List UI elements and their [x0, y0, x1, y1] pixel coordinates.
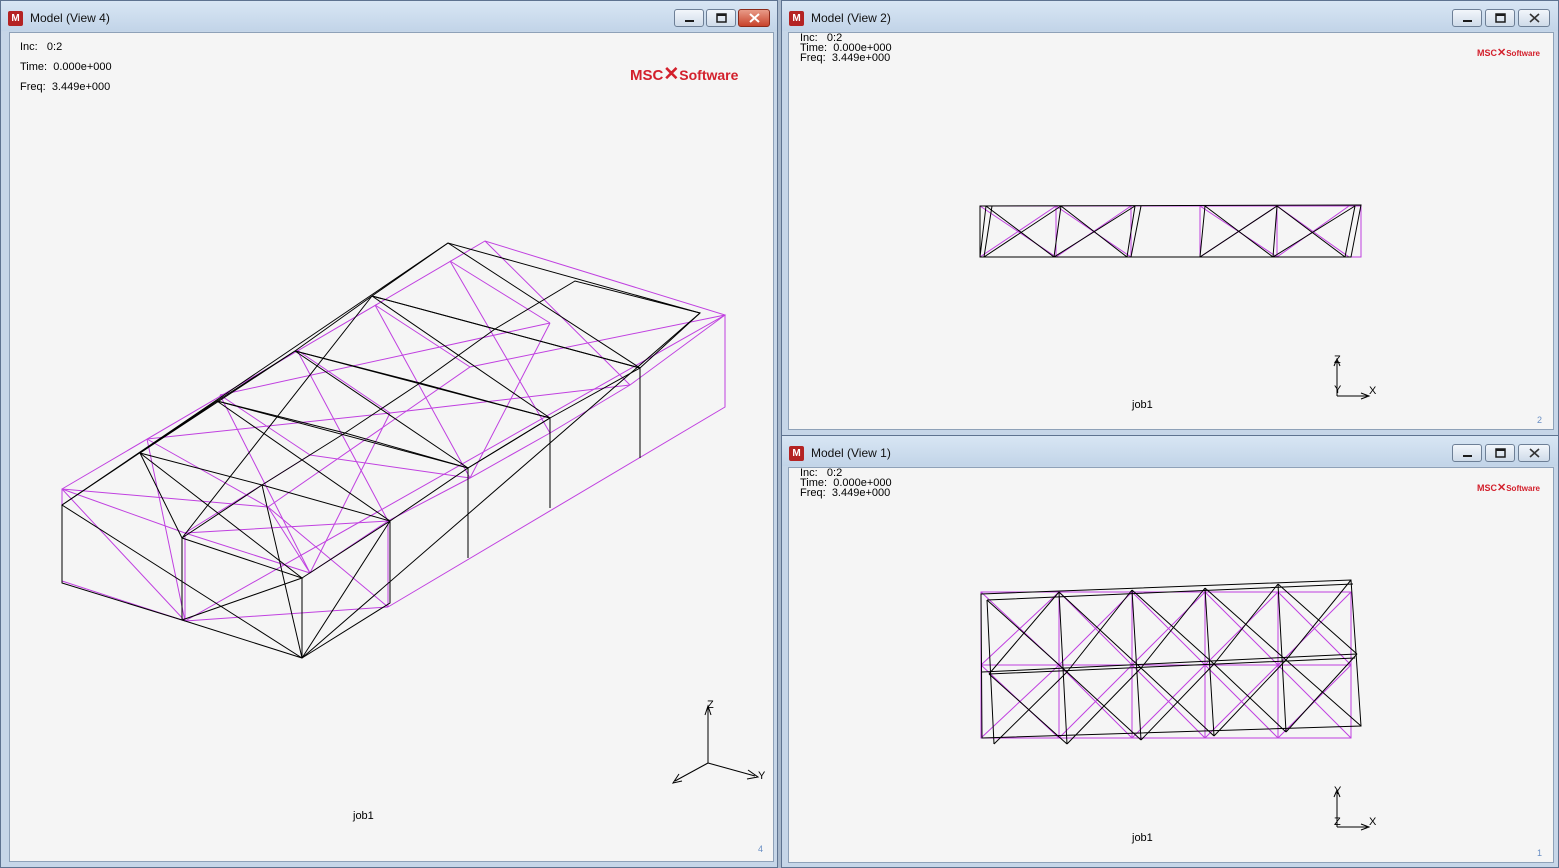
window-title: Model (View 2) — [811, 11, 891, 25]
minimize-button[interactable] — [674, 9, 704, 27]
titlebar[interactable]: M Model (View 4) — [1, 1, 777, 31]
job-name: job1 — [1132, 832, 1153, 844]
titlebar[interactable]: M Model (View 1) — [782, 436, 1558, 466]
axis-y-label: Y — [758, 770, 766, 782]
window-title: Model (View 1) — [811, 446, 891, 460]
restore-icon — [1495, 13, 1506, 23]
titlebar[interactable]: M Model (View 2) — [782, 1, 1558, 31]
view-number: 2 — [1537, 415, 1543, 425]
minimize-icon — [685, 20, 694, 22]
axis-triad — [671, 704, 760, 784]
undeformed-mesh — [979, 205, 1362, 258]
minimize-icon — [1463, 20, 1472, 22]
viewport-view1[interactable]: Inc: 0:2 Time: 0.000e+000 Freq: 3.449e+0… — [788, 467, 1554, 863]
minimize-button[interactable] — [1452, 444, 1482, 462]
restore-button[interactable] — [1485, 9, 1515, 27]
minimize-button[interactable] — [1452, 9, 1482, 27]
job-name: job1 — [353, 810, 374, 822]
viewport-view4[interactable]: Inc: 0:2 Time: 0.000e+000 Freq: 3.449e+0… — [9, 32, 774, 862]
restore-icon — [716, 13, 727, 23]
deformed-mesh — [61, 242, 702, 659]
restore-icon — [1495, 448, 1506, 458]
axis-z-label: Z — [1334, 354, 1341, 366]
restore-button[interactable] — [1485, 444, 1515, 462]
axis-z-label: Z — [707, 699, 714, 711]
window-view2[interactable]: M Model (View 2) Inc: 0:2 Time: 0.000e+0… — [781, 0, 1559, 436]
view-number: 1 — [1537, 848, 1543, 858]
close-icon — [749, 13, 760, 23]
axis-y-label: Y — [1334, 384, 1342, 396]
minimize-icon — [1463, 455, 1472, 457]
undeformed-mesh — [61, 240, 727, 622]
axis-y-label: Y — [1334, 785, 1342, 797]
axis-x-label: X — [1369, 385, 1377, 397]
close-icon — [1529, 448, 1540, 458]
close-icon — [1529, 13, 1540, 23]
job-name: job1 — [1132, 399, 1153, 411]
model-canvas: Z Y — [61, 240, 766, 784]
restore-button[interactable] — [706, 9, 736, 27]
close-button[interactable] — [1518, 9, 1550, 27]
window-view1[interactable]: M Model (View 1) Inc: 0:2 Time: 0.000e+0… — [781, 435, 1559, 868]
model-canvas: Y Z X — [980, 579, 1377, 831]
axis-x-label: X — [1369, 816, 1377, 828]
deformed-mesh — [980, 579, 1362, 745]
view-number: 4 — [758, 844, 764, 854]
app-icon[interactable]: M — [789, 11, 804, 26]
close-button[interactable] — [738, 9, 770, 27]
app-icon[interactable]: M — [789, 446, 804, 461]
viewport-view2[interactable]: Inc: 0:2 Time: 0.000e+000 Freq: 3.449e+0… — [788, 32, 1554, 430]
window-view4[interactable]: M Model (View 4) Inc: 0:2 Time: 0.000e+0… — [0, 0, 778, 868]
axis-z-label: Z — [1334, 816, 1341, 828]
close-button[interactable] — [1518, 444, 1550, 462]
window-title: Model (View 4) — [30, 11, 110, 25]
deformed-mesh — [979, 204, 1362, 258]
app-icon[interactable]: M — [8, 11, 23, 26]
model-canvas: Z Y X — [979, 204, 1377, 400]
